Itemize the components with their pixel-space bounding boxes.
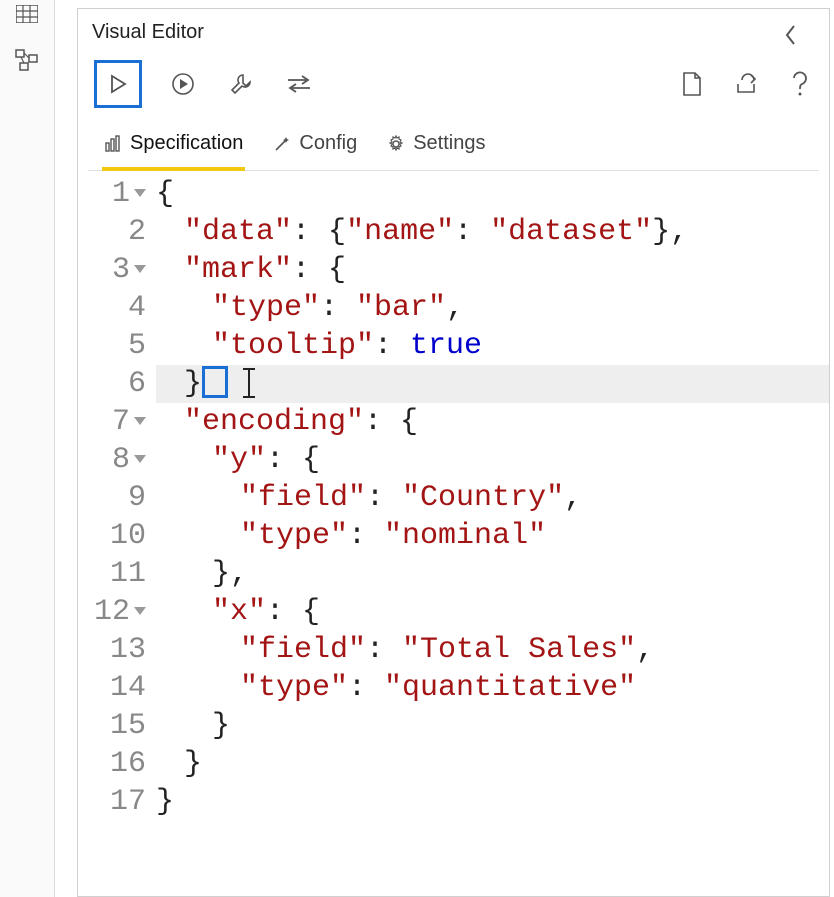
- code-line[interactable]: "type": "nominal": [156, 517, 829, 555]
- table-view-icon[interactable]: [13, 0, 41, 28]
- tab-settings[interactable]: Settings: [385, 126, 487, 171]
- new-spec-button[interactable]: [677, 67, 707, 101]
- line-number: 15: [78, 707, 146, 745]
- code-line[interactable]: }: [156, 365, 829, 403]
- tab-specification[interactable]: Specification: [102, 126, 245, 171]
- code-line[interactable]: "x": {: [156, 593, 829, 631]
- line-number: 17: [78, 783, 146, 821]
- line-number: 14: [78, 669, 146, 707]
- code-line[interactable]: },: [156, 555, 829, 593]
- tab-label: Settings: [413, 132, 485, 155]
- visual-editor-panel: Visual Editor: [55, 0, 834, 897]
- auto-run-button[interactable]: [166, 67, 200, 101]
- line-number: 2: [78, 213, 146, 251]
- line-number: 5: [78, 327, 146, 365]
- code-line[interactable]: "data": {"name": "dataset"},: [156, 213, 829, 251]
- export-button[interactable]: [731, 67, 761, 101]
- run-button[interactable]: [94, 60, 142, 108]
- code-line[interactable]: }: [156, 783, 829, 821]
- line-number: 13: [78, 631, 146, 669]
- line-number: 7: [78, 403, 146, 441]
- tab-label: Config: [299, 132, 357, 155]
- code-line[interactable]: {: [156, 175, 829, 213]
- model-view-icon[interactable]: [13, 46, 41, 74]
- tab-label: Specification: [130, 132, 243, 155]
- code-line[interactable]: "tooltip": true: [156, 327, 829, 365]
- code-line[interactable]: "mark": {: [156, 251, 829, 289]
- line-number: 11: [78, 555, 146, 593]
- gear-icon: [387, 135, 405, 153]
- code-line[interactable]: "field": "Total Sales",: [156, 631, 829, 669]
- line-number: 1: [78, 175, 146, 213]
- line-number: 12: [78, 593, 146, 631]
- code-line[interactable]: "type": "quantitative": [156, 669, 829, 707]
- line-number: 10: [78, 517, 146, 555]
- code-line[interactable]: }: [156, 707, 829, 745]
- map-fields-button[interactable]: [282, 67, 316, 101]
- left-rail: [0, 0, 55, 897]
- code-line[interactable]: "field": "Country",: [156, 479, 829, 517]
- wand-icon: [273, 135, 291, 153]
- panel-title: Visual Editor: [90, 17, 204, 52]
- code-line[interactable]: "y": {: [156, 441, 829, 479]
- line-number: 8: [78, 441, 146, 479]
- line-number: 9: [78, 479, 146, 517]
- code-editor[interactable]: 1234567891011121314151617 { "data": {"na…: [78, 171, 829, 896]
- editor-toolbar: [88, 52, 819, 118]
- tab-config[interactable]: Config: [271, 126, 359, 171]
- code-line[interactable]: "type": "bar",: [156, 289, 829, 327]
- code-area[interactable]: { "data": {"name": "dataset"}, "mark": {…: [156, 175, 829, 896]
- code-line[interactable]: "encoding": {: [156, 403, 829, 441]
- line-number: 3: [78, 251, 146, 289]
- collapse-panel-icon[interactable]: [777, 21, 805, 49]
- bar-chart-icon: [104, 135, 122, 153]
- cursor-highlight: [202, 366, 228, 398]
- editor-tabs: Specification Config Settings: [88, 118, 819, 171]
- line-gutter: 1234567891011121314151617: [78, 175, 156, 896]
- text-caret: [248, 368, 250, 398]
- line-number: 4: [78, 289, 146, 327]
- code-line[interactable]: }: [156, 745, 829, 783]
- help-button[interactable]: [785, 67, 815, 101]
- repair-button[interactable]: [224, 67, 258, 101]
- line-number: 16: [78, 745, 146, 783]
- line-number: 6: [78, 365, 146, 403]
